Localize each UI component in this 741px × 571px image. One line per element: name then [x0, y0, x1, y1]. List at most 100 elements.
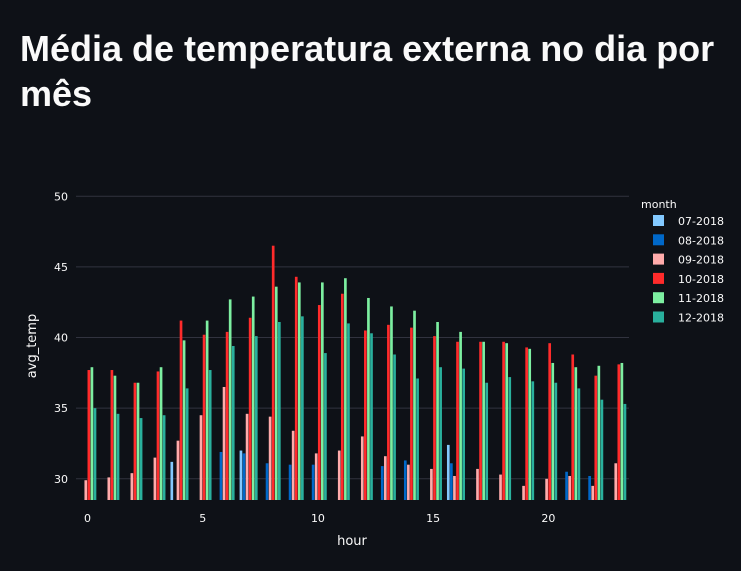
bar-10-2018-h19[interactable] [525, 347, 528, 500]
bar-11-2018-h7[interactable] [251, 296, 255, 500]
bar-12-2018-h3[interactable] [162, 415, 166, 500]
bar-09-2018-h19[interactable] [522, 485, 525, 500]
bar-12-2018-h18[interactable] [508, 377, 512, 500]
bar-11-2018-h10[interactable] [321, 282, 324, 500]
bar-11-2018-h11[interactable] [344, 278, 347, 500]
bar-10-2018-h17[interactable] [479, 341, 482, 500]
bar-11-2018-h1[interactable] [113, 375, 117, 500]
legend-item-label[interactable]: 07-2018 [678, 215, 724, 228]
bar-10-2018-h22[interactable] [594, 375, 598, 500]
bar-10-2018-h7[interactable] [248, 317, 252, 500]
legend-swatch[interactable] [653, 292, 664, 304]
bar-10-2018-h13[interactable] [387, 324, 390, 500]
legend-swatch[interactable] [653, 215, 664, 226]
legend-swatch[interactable] [653, 253, 664, 265]
bar-08-2018-h9[interactable] [288, 464, 292, 500]
bar-12-2018-h10[interactable] [324, 353, 327, 500]
bar-09-2018-h4[interactable] [176, 440, 180, 500]
bar-07-2018-h7[interactable] [239, 450, 243, 500]
bar-09-2018-h9[interactable] [291, 430, 295, 500]
bar-11-2018-h13[interactable] [390, 306, 393, 500]
bar-11-2018-h0[interactable] [90, 367, 94, 500]
legend-swatch[interactable] [653, 272, 664, 284]
bar-10-2018-h8[interactable] [271, 245, 275, 500]
bar-08-2018-h13[interactable] [380, 466, 384, 500]
bar-12-2018-h14[interactable] [416, 378, 419, 501]
bar-09-2018-h5[interactable] [199, 415, 203, 500]
bar-10-2018-h15[interactable] [433, 336, 436, 500]
bar-12-2018-h1[interactable] [116, 413, 120, 500]
bar-10-2018-h2[interactable] [133, 382, 137, 500]
bar-10-2018-h4[interactable] [179, 320, 183, 500]
bar-11-2018-h18[interactable] [505, 343, 509, 500]
bar-07-2018-h4[interactable] [170, 461, 174, 500]
bar-09-2018-h3[interactable] [153, 457, 157, 500]
bar-10-2018-h10[interactable] [317, 305, 321, 500]
bar-11-2018-h5[interactable] [205, 320, 209, 500]
bar-12-2018-h4[interactable] [185, 388, 189, 500]
bar-10-2018-h23[interactable] [617, 364, 621, 500]
bar-11-2018-h21[interactable] [574, 367, 578, 500]
bar-12-2018-h7[interactable] [254, 336, 258, 500]
bar-12-2018-h9[interactable] [301, 316, 304, 500]
bar-10-2018-h18[interactable] [502, 341, 505, 500]
bar-12-2018-h22[interactable] [600, 399, 604, 500]
legend-item-label[interactable]: 09-2018 [678, 254, 724, 267]
bar-09-2018-h1[interactable] [107, 477, 111, 500]
bar-10-2018-h12[interactable] [364, 330, 367, 500]
legend-item-label[interactable]: 12-2018 [678, 312, 724, 325]
bar-11-2018-h3[interactable] [159, 367, 163, 500]
bar-08-2018-h21[interactable] [565, 471, 568, 500]
bar-10-2018-h14[interactable] [410, 327, 413, 500]
bar-10-2018-h16[interactable] [456, 341, 459, 500]
bar-09-2018-h21[interactable] [568, 475, 571, 500]
bar-10-2018-h3[interactable] [156, 371, 160, 500]
bar-11-2018-h20[interactable] [551, 362, 555, 500]
bar-12-2018-h2[interactable] [139, 418, 143, 500]
bar-12-2018-h23[interactable] [623, 403, 627, 500]
bar-09-2018-h13[interactable] [383, 456, 387, 500]
bar-08-2018-h6[interactable] [219, 451, 223, 500]
bar-09-2018-h7[interactable] [245, 413, 249, 500]
legend-swatch[interactable] [653, 311, 664, 323]
legend-item-label[interactable]: 11-2018 [678, 292, 724, 305]
legend-item-label[interactable]: 08-2018 [678, 234, 724, 247]
legend[interactable]: month 07-2018 08-2018 09-2018 10-2018 11-201… [641, 198, 724, 325]
bar-09-2018-h2[interactable] [130, 473, 134, 500]
bar-12-2018-h20[interactable] [554, 382, 558, 500]
bar-11-2018-h15[interactable] [436, 321, 439, 500]
bar-09-2018-h0[interactable] [84, 480, 88, 500]
bar-10-2018-h11[interactable] [340, 293, 344, 500]
bar-11-2018-h14[interactable] [413, 310, 416, 500]
bar-09-2018-h10[interactable] [314, 453, 318, 500]
bar-11-2018-h4[interactable] [182, 340, 186, 500]
bar-11-2018-h12[interactable] [367, 297, 370, 500]
bar-10-2018-h5[interactable] [202, 334, 206, 500]
bar-09-2018-h22[interactable] [591, 485, 595, 500]
bar-10-2018-h6[interactable] [225, 331, 229, 500]
bar-10-2018-h9[interactable] [294, 276, 298, 500]
bar-12-2018-h6[interactable] [231, 346, 235, 500]
bar-12-2018-h0[interactable] [93, 408, 97, 500]
bar-07-2018-h16[interactable] [446, 444, 450, 500]
bar-12-2018-h5[interactable] [208, 370, 212, 500]
legend-swatch[interactable] [653, 234, 664, 246]
bar-08-2018-h7[interactable] [242, 453, 246, 500]
bar-10-2018-h21[interactable] [571, 354, 575, 500]
bar-09-2018-h14[interactable] [407, 464, 410, 500]
bar-09-2018-h15[interactable] [430, 468, 433, 500]
bar-09-2018-h8[interactable] [268, 416, 272, 500]
bar-09-2018-h20[interactable] [545, 478, 548, 500]
bar-08-2018-h8[interactable] [265, 463, 269, 500]
bar-09-2018-h23[interactable] [614, 463, 618, 500]
bar-10-2018-h20[interactable] [548, 343, 552, 500]
bar-08-2018-h10[interactable] [311, 464, 315, 500]
bar-12-2018-h12[interactable] [370, 333, 373, 500]
bar-10-2018-h1[interactable] [110, 370, 114, 500]
bar-09-2018-h17[interactable] [476, 468, 479, 500]
bar-09-2018-h11[interactable] [337, 450, 341, 500]
bar-12-2018-h16[interactable] [462, 368, 465, 500]
bar-11-2018-h9[interactable] [297, 282, 301, 500]
bar-08-2018-h14[interactable] [403, 460, 407, 500]
bar-12-2018-h17[interactable] [485, 382, 489, 500]
